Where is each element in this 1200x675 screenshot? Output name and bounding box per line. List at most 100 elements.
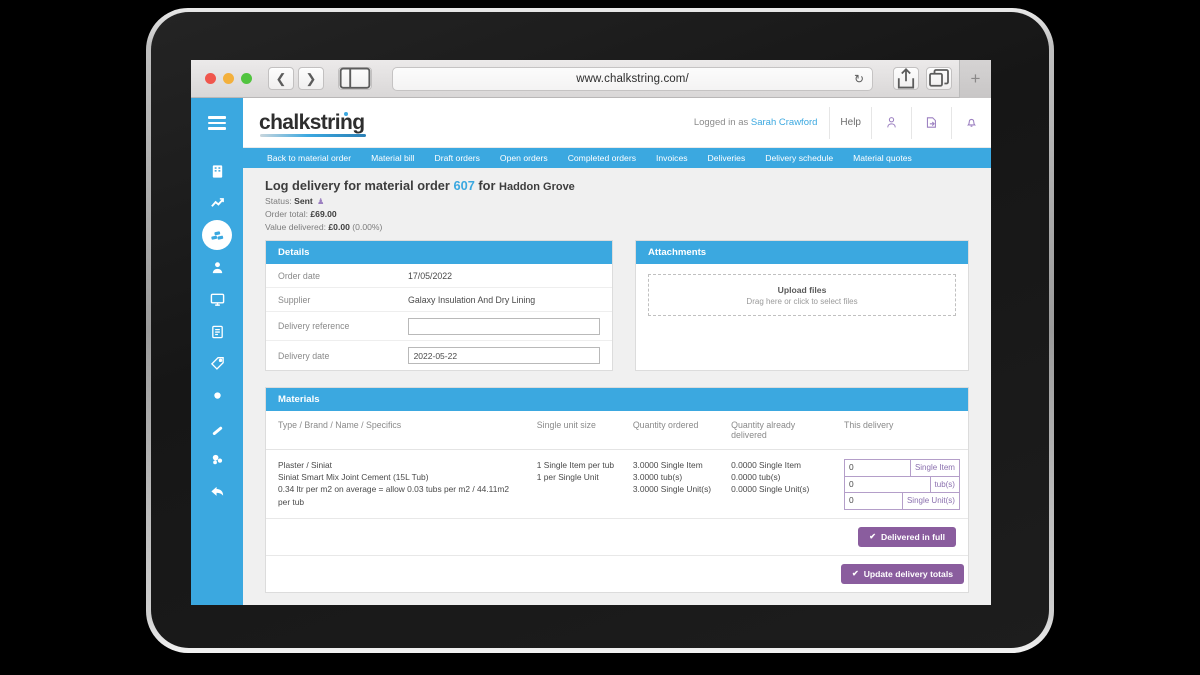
delivery-date-input[interactable] (407, 347, 600, 364)
application-body: chalkstring Logged in as Sarah Crawford … (191, 98, 991, 605)
this-delivery-unit-single-item: Single Item (909, 460, 959, 476)
attachments-panel-heading: Attachments (636, 241, 968, 264)
tablet-screen: ❮ ❯ www.chalkstring.com/ ↻ + chalkstring… (191, 60, 991, 605)
nav-deliveries[interactable]: Deliveries (698, 153, 756, 163)
address-bar[interactable]: www.chalkstring.com/ ↻ (392, 66, 873, 91)
order-total-line: Order total: £69.00 (265, 209, 969, 219)
supplier-row: Supplier Galaxy Insulation And Dry Linin… (266, 288, 612, 312)
delivered-in-full-label: Delivered in full (881, 531, 945, 542)
reload-icon[interactable]: ↻ (854, 72, 864, 86)
check-icon: ✔ (851, 569, 859, 579)
minimize-window-button[interactable] (223, 73, 234, 84)
user-icon[interactable] (871, 106, 911, 139)
export-document-icon[interactable] (911, 106, 951, 139)
upload-files-subtitle: Drag here or click to select files (746, 296, 858, 306)
window-controls (205, 73, 252, 84)
status-value: Sent (294, 196, 313, 206)
nav-open-orders[interactable]: Open orders (490, 153, 558, 163)
hamburger-icon[interactable] (191, 98, 243, 148)
logged-in-prefix: Logged in as (693, 117, 749, 128)
delivery-reference-input[interactable] (407, 317, 600, 335)
sidebar-item-materials[interactable] (202, 220, 232, 250)
tabs-icon[interactable] (926, 67, 952, 90)
delivered-in-full-row: ✔ Delivered in full (266, 519, 968, 556)
sidebar-item-back[interactable] (202, 476, 232, 506)
sidebar-item-plant[interactable] (202, 284, 232, 314)
sidebar-item-tools[interactable] (202, 412, 232, 442)
delivery-reference-row: Delivery reference (266, 312, 612, 341)
help-link[interactable]: Help (829, 106, 871, 139)
nav-draft-orders[interactable]: Draft orders (425, 153, 490, 163)
table-row: Plaster / Siniat Siniat Smart Mix Joint … (266, 449, 968, 519)
column-header-quantity-delivered: Quantity already delivered (723, 411, 836, 450)
ordered-line-3: 3.0000 Single Unit(s) (632, 484, 712, 495)
page-header: Log delivery for material order 607 for … (243, 168, 991, 240)
order-date-row: Order date 17/05/2022 (266, 264, 612, 288)
user-name-link[interactable]: Sarah Crawford (751, 117, 818, 128)
column-header-this-delivery: This delivery (835, 411, 968, 450)
details-panel-heading: Details (266, 241, 612, 264)
sidebar-item-labour[interactable] (202, 252, 232, 282)
unit-size-line-1: 1 Single Item per tub (536, 460, 615, 470)
sidebar-item-reports[interactable] (202, 188, 232, 218)
supplier-value: Galaxy Insulation And Dry Lining (408, 294, 536, 305)
logo-underline-icon (260, 133, 366, 137)
nav-back-to-material-order[interactable]: Back to material order (257, 153, 361, 163)
url-text: www.chalkstring.com/ (576, 72, 689, 85)
upload-files-title: Upload files (777, 284, 827, 295)
material-type-brand: Plaster / Siniat (278, 460, 332, 470)
this-delivery-input-single-units[interactable] (844, 493, 902, 508)
update-delivery-totals-button[interactable]: ✔ Update delivery totals (840, 563, 964, 584)
nav-material-quotes[interactable]: Material quotes (843, 153, 922, 163)
logged-in-status: Logged in as Sarah Crawford (682, 117, 830, 128)
nav-completed-orders[interactable]: Completed orders (558, 153, 646, 163)
maximize-window-button[interactable] (241, 73, 252, 84)
delivered-in-full-button[interactable]: ✔ Delivered in full (858, 526, 956, 547)
customer-name: Haddon Grove (499, 181, 575, 193)
sidebar-item-pricing[interactable] (202, 348, 232, 378)
app-logo[interactable]: chalkstring (259, 111, 366, 137)
this-delivery-unit-tubs: tub(s) (929, 476, 959, 493)
unit-size-line-2: 1 per Single Unit (536, 472, 599, 483)
materials-table: Type / Brand / Name / Specifics Single u… (266, 411, 968, 519)
share-icon[interactable] (893, 67, 919, 90)
materials-panel-heading: Materials (266, 388, 968, 411)
material-description-cell: Plaster / Siniat Siniat Smart Mix Joint … (266, 449, 529, 519)
page-title-for: for (478, 178, 496, 193)
file-dropzone[interactable]: Upload files Drag here or click to selec… (648, 274, 956, 316)
bell-icon[interactable] (951, 106, 991, 139)
update-delivery-totals-row: ✔ Update delivery totals (266, 556, 968, 592)
this-delivery-input-single-item[interactable] (844, 460, 910, 474)
details-panel: Details Order date 17/05/2022 Supplier G… (265, 240, 613, 371)
value-delivered-percent: (0.00%) (352, 222, 383, 232)
nav-material-bill[interactable]: Material bill (361, 153, 424, 163)
left-sidebar (191, 98, 243, 605)
this-delivery-input-tubs[interactable] (844, 476, 930, 491)
status-label: Status: (265, 196, 292, 206)
new-tab-button[interactable]: + (959, 60, 991, 98)
chevron-left-icon[interactable]: ❮ (268, 67, 294, 90)
delivered-line-3: 0.0000 Single Unit(s) (731, 484, 810, 495)
sidebar-icon-list (191, 148, 243, 506)
delivered-line-1: 0.0000 Single Item (731, 460, 801, 470)
sidebar-item-documents[interactable] (202, 316, 232, 346)
sidebar-toggle-icon[interactable] (338, 67, 372, 90)
delivery-date-row: Delivery date (266, 341, 612, 370)
browser-nav-buttons: ❮ ❯ (268, 67, 324, 90)
sidebar-item-dot[interactable] (202, 380, 232, 410)
sidebar-item-settings[interactable] (202, 444, 232, 474)
order-date-label: Order date (278, 270, 321, 281)
attachments-panel: Attachments Upload files Drag here or cl… (635, 240, 969, 371)
ordered-line-2: 3.0000 tub(s) (632, 472, 683, 483)
value-delivered-label: Value delivered: (265, 222, 326, 232)
nav-delivery-schedule[interactable]: Delivery schedule (755, 153, 843, 163)
supplier-label: Supplier (278, 294, 311, 305)
sidebar-item-projects[interactable] (202, 156, 232, 186)
this-delivery-unit-single-units: Single Unit(s) (901, 493, 959, 509)
nav-invoices[interactable]: Invoices (646, 153, 698, 163)
chevron-right-icon[interactable]: ❯ (298, 67, 324, 90)
this-delivery-group-single-item: Single Item (843, 459, 960, 477)
check-icon: ✔ (869, 532, 876, 542)
delivery-reference-label: Delivery reference (278, 321, 350, 331)
close-window-button[interactable] (205, 73, 216, 84)
